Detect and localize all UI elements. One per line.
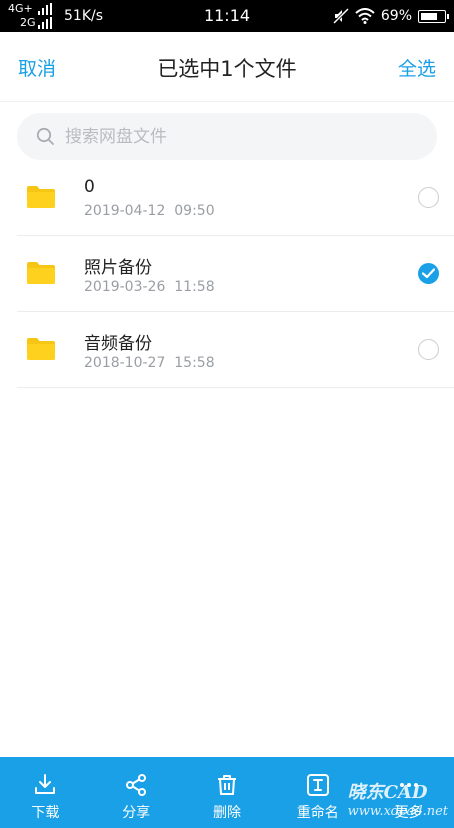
file-row[interactable]: 照片备份 2019-03-26 11:58 [0,236,454,312]
wifi-icon [355,8,375,24]
folder-icon [27,186,55,208]
battery-icon [418,9,449,23]
file-date: 2019-03-26 11:58 [84,279,215,295]
select-checkbox-checked[interactable] [418,263,439,284]
page-title: 已选中1个文件 [157,57,297,81]
status-icons: 69% [332,6,449,26]
share-label: 分享 [122,805,151,821]
checkmark-icon [422,268,435,279]
search-bar[interactable] [17,113,437,160]
folder-icon [27,262,55,284]
file-row[interactable]: 0 2019-04-12 09:50 [0,160,454,236]
search-icon [36,127,54,145]
battery-percent: 69% [380,8,412,24]
more-label: 更多 [394,805,423,821]
file-date: 2018-10-27 15:58 [84,355,215,371]
delete-label: 删除 [212,805,241,821]
select-checkbox[interactable] [418,339,439,360]
folder-icon [27,338,55,360]
file-name: 照片备份 [84,258,152,278]
file-list: 0 2019-04-12 09:50 照片备份 2019-03-26 11:58… [0,160,454,388]
action-toolbar: 下载 分享 删除 重命名 更多 [0,757,454,828]
more-icon [399,783,418,787]
rename-button[interactable]: 重命名 [272,757,363,828]
status-bar: 4G+ 2G 51K/s 11:14 69% [0,0,454,32]
file-name: 音频备份 [84,334,152,354]
delete-button[interactable]: 删除 [182,757,273,828]
more-button[interactable]: 更多 [363,757,454,828]
file-name: 0 [84,177,95,197]
select-checkbox[interactable] [418,187,439,208]
download-button[interactable]: 下载 [0,757,91,828]
file-date: 2019-04-12 09:50 [84,203,215,219]
file-row[interactable]: 音频备份 2018-10-27 15:58 [0,312,454,388]
mute-icon [332,8,349,24]
trash-icon [217,775,236,795]
rename-label: 重命名 [296,805,339,821]
share-button[interactable]: 分享 [91,757,182,828]
selection-header: 取消 已选中1个文件 全选 [0,32,454,102]
rename-icon [306,774,329,796]
share-icon [126,774,147,796]
select-all-button[interactable]: 全选 [398,54,436,81]
download-icon [35,774,56,794]
download-label: 下载 [31,805,60,821]
search-input[interactable] [65,113,415,160]
